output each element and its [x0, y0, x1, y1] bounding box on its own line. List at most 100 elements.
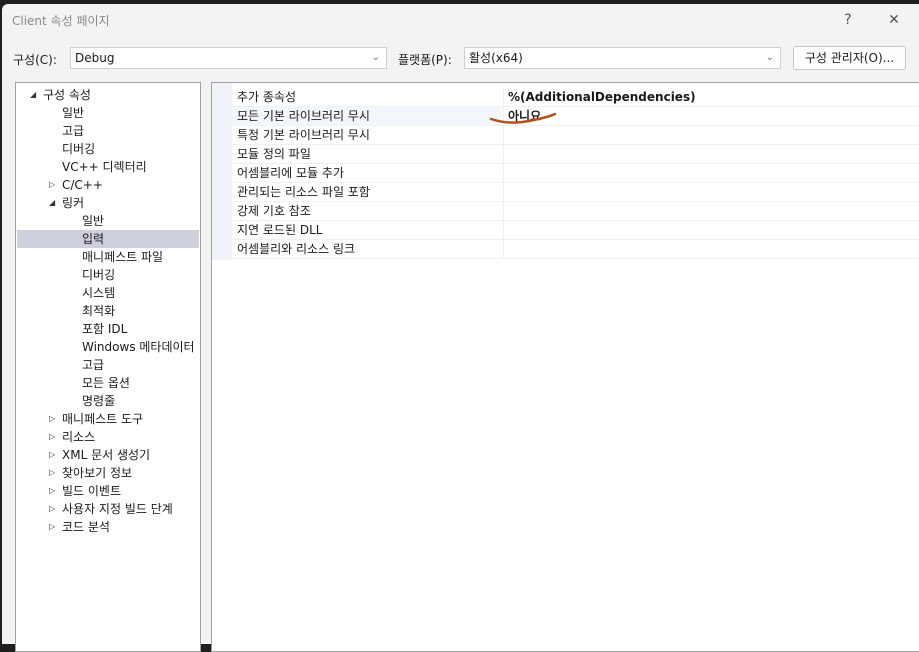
property-row[interactable]: 추가 종속성 %(AdditionalDependencies): [232, 88, 919, 107]
tree-item[interactable]: 고급: [17, 356, 199, 374]
tree-item-label: 입력: [82, 232, 105, 246]
tree-item-label: 리소스: [62, 430, 96, 444]
help-button[interactable]: ?: [828, 8, 868, 32]
property-value[interactable]: [503, 145, 919, 163]
collapsed-arrow-icon[interactable]: ▷: [49, 482, 55, 500]
property-name: 모듈 정의 파일: [237, 147, 311, 161]
property-tree[interactable]: ◢ 구성 속성 일반 고급 디버깅 VC++ 디렉터리 ▷ C/C++ ◢ 링커 일반 입력 매니페스트…: [15, 82, 201, 652]
tree-item[interactable]: ▷ 사용자 지정 빌드 단계: [17, 500, 199, 518]
tree-item[interactable]: ◢ 링커: [17, 194, 199, 212]
tree-item-label: 일반: [62, 106, 85, 120]
tree-item-label: 구성 속성: [43, 88, 91, 102]
tree-item[interactable]: 모든 옵션: [17, 374, 199, 392]
tree-item[interactable]: Windows 메타데이터: [17, 338, 199, 356]
tree-item[interactable]: ▷ 리소스: [17, 428, 199, 446]
tree-item[interactable]: 일반: [17, 212, 199, 230]
collapsed-arrow-icon[interactable]: ▷: [49, 410, 55, 428]
property-value[interactable]: [503, 221, 919, 239]
tree-item-label: 최적화: [82, 304, 116, 318]
tree-item-label: 찾아보기 정보: [62, 466, 133, 480]
tree-item-label: 링커: [62, 196, 85, 210]
tree-item-label: 고급: [82, 358, 105, 372]
close-button[interactable]: ✕: [874, 8, 914, 32]
tree-item[interactable]: 입력: [17, 230, 199, 248]
property-pages-window: Client 속성 페이지 ? ✕ 구성(C): Debug ⌄ 플랫폼(P):…: [2, 4, 919, 652]
property-name: 추가 종속성: [237, 90, 297, 104]
chevron-down-icon: ⌄: [371, 52, 380, 63]
tree-item-label: 사용자 지정 빌드 단계: [62, 502, 173, 516]
tree-item[interactable]: 포함 IDL: [17, 320, 199, 338]
property-value[interactable]: [503, 202, 919, 220]
tree-item[interactable]: 일반: [17, 104, 199, 122]
tree-item[interactable]: 최적화: [17, 302, 199, 320]
tree-item-label: 명령줄: [82, 394, 116, 408]
tree-item-label: 매니페스트 도구: [62, 412, 144, 426]
platform-value: 활성(x64): [469, 51, 523, 65]
property-row[interactable]: 모든 기본 라이브러리 무시 아니요: [232, 107, 919, 126]
tree-item[interactable]: ▷ 찾아보기 정보: [17, 464, 199, 482]
collapsed-arrow-icon[interactable]: ▷: [49, 500, 55, 518]
property-row[interactable]: 모듈 정의 파일: [232, 145, 919, 164]
expanded-arrow-icon[interactable]: ◢: [49, 194, 55, 212]
collapsed-arrow-icon[interactable]: ▷: [49, 428, 55, 446]
property-value[interactable]: [503, 126, 919, 144]
property-grid[interactable]: 추가 종속성 %(AdditionalDependencies) 모든 기본 라이브…: [211, 82, 919, 652]
tree-item[interactable]: 시스템: [17, 284, 199, 302]
tree-item-label: 빌드 이벤트: [62, 484, 122, 498]
tree-item-label: 시스템: [82, 286, 116, 300]
property-name: 강제 기호 참조: [237, 204, 311, 218]
tree-item[interactable]: 디버깅: [17, 140, 199, 158]
property-row[interactable]: 강제 기호 참조: [232, 202, 919, 221]
tree-item-label: 매니페스트 파일: [82, 250, 164, 264]
property-value[interactable]: [503, 183, 919, 201]
platform-label: 플랫폼(P):: [398, 53, 452, 67]
tree-item[interactable]: ▷ XML 문서 생성기: [17, 446, 199, 464]
collapsed-arrow-icon[interactable]: ▷: [49, 518, 55, 536]
config-manager-button[interactable]: 구성 관리자(O)...: [793, 46, 906, 70]
property-name: 특정 기본 라이브러리 무시: [237, 128, 370, 142]
tree-item[interactable]: ◢ 구성 속성: [17, 86, 199, 104]
window-title: Client 속성 페이지: [12, 14, 110, 28]
collapsed-arrow-icon[interactable]: ▷: [49, 176, 55, 194]
tree-item[interactable]: 매니페스트 파일: [17, 248, 199, 266]
property-name: 모든 기본 라이브러리 무시: [237, 109, 370, 123]
tree-item-label: 포함 IDL: [82, 322, 128, 336]
property-value[interactable]: 아니요: [503, 107, 919, 125]
tree-item-label: 고급: [62, 124, 85, 138]
tree-item[interactable]: 디버깅: [17, 266, 199, 284]
config-dropdown[interactable]: Debug ⌄: [70, 47, 387, 69]
tree-item[interactable]: ▷ C/C++: [17, 176, 199, 194]
tree-item-label: XML 문서 생성기: [62, 448, 151, 462]
config-label: 구성(C):: [13, 53, 57, 67]
tree-item-label: 디버깅: [62, 142, 96, 156]
expanded-arrow-icon[interactable]: ◢: [30, 86, 36, 104]
tree-item-label: 모든 옵션: [82, 376, 130, 390]
property-value[interactable]: [503, 164, 919, 182]
tree-item-label: 일반: [82, 214, 105, 228]
tree-item[interactable]: 명령줄: [17, 392, 199, 410]
property-row[interactable]: 지연 로드된 DLL: [232, 221, 919, 240]
tree-item-label: 디버깅: [82, 268, 116, 282]
property-value[interactable]: %(AdditionalDependencies): [503, 88, 919, 106]
tree-item[interactable]: ▷ 빌드 이벤트: [17, 482, 199, 500]
collapsed-arrow-icon[interactable]: ▷: [49, 464, 55, 482]
tree-item[interactable]: ▷ 코드 분석: [17, 518, 199, 536]
tree-item-label: 코드 분석: [62, 520, 110, 534]
tree-item-label: VC++ 디렉터리: [62, 160, 147, 174]
property-row[interactable]: 어셈블리와 리소스 링크: [232, 240, 919, 259]
tree-item[interactable]: ▷ 매니페스트 도구: [17, 410, 199, 428]
property-value[interactable]: [503, 240, 919, 258]
property-name: 관리되는 리소스 파일 포함: [237, 185, 370, 199]
platform-dropdown[interactable]: 활성(x64) ⌄: [464, 47, 781, 69]
property-row[interactable]: 관리되는 리소스 파일 포함: [232, 183, 919, 202]
tree-item[interactable]: 고급: [17, 122, 199, 140]
property-row[interactable]: 어셈블리에 모듈 추가: [232, 164, 919, 183]
tree-item[interactable]: VC++ 디렉터리: [17, 158, 199, 176]
grid-gutter: [212, 83, 232, 260]
collapsed-arrow-icon[interactable]: ▷: [49, 446, 55, 464]
annotation-underline: [489, 112, 557, 124]
property-name: 어셈블리에 모듈 추가: [237, 166, 344, 180]
property-row[interactable]: 특정 기본 라이브러리 무시: [232, 126, 919, 145]
property-name: 지연 로드된 DLL: [237, 223, 323, 237]
chevron-down-icon: ⌄: [765, 52, 774, 63]
